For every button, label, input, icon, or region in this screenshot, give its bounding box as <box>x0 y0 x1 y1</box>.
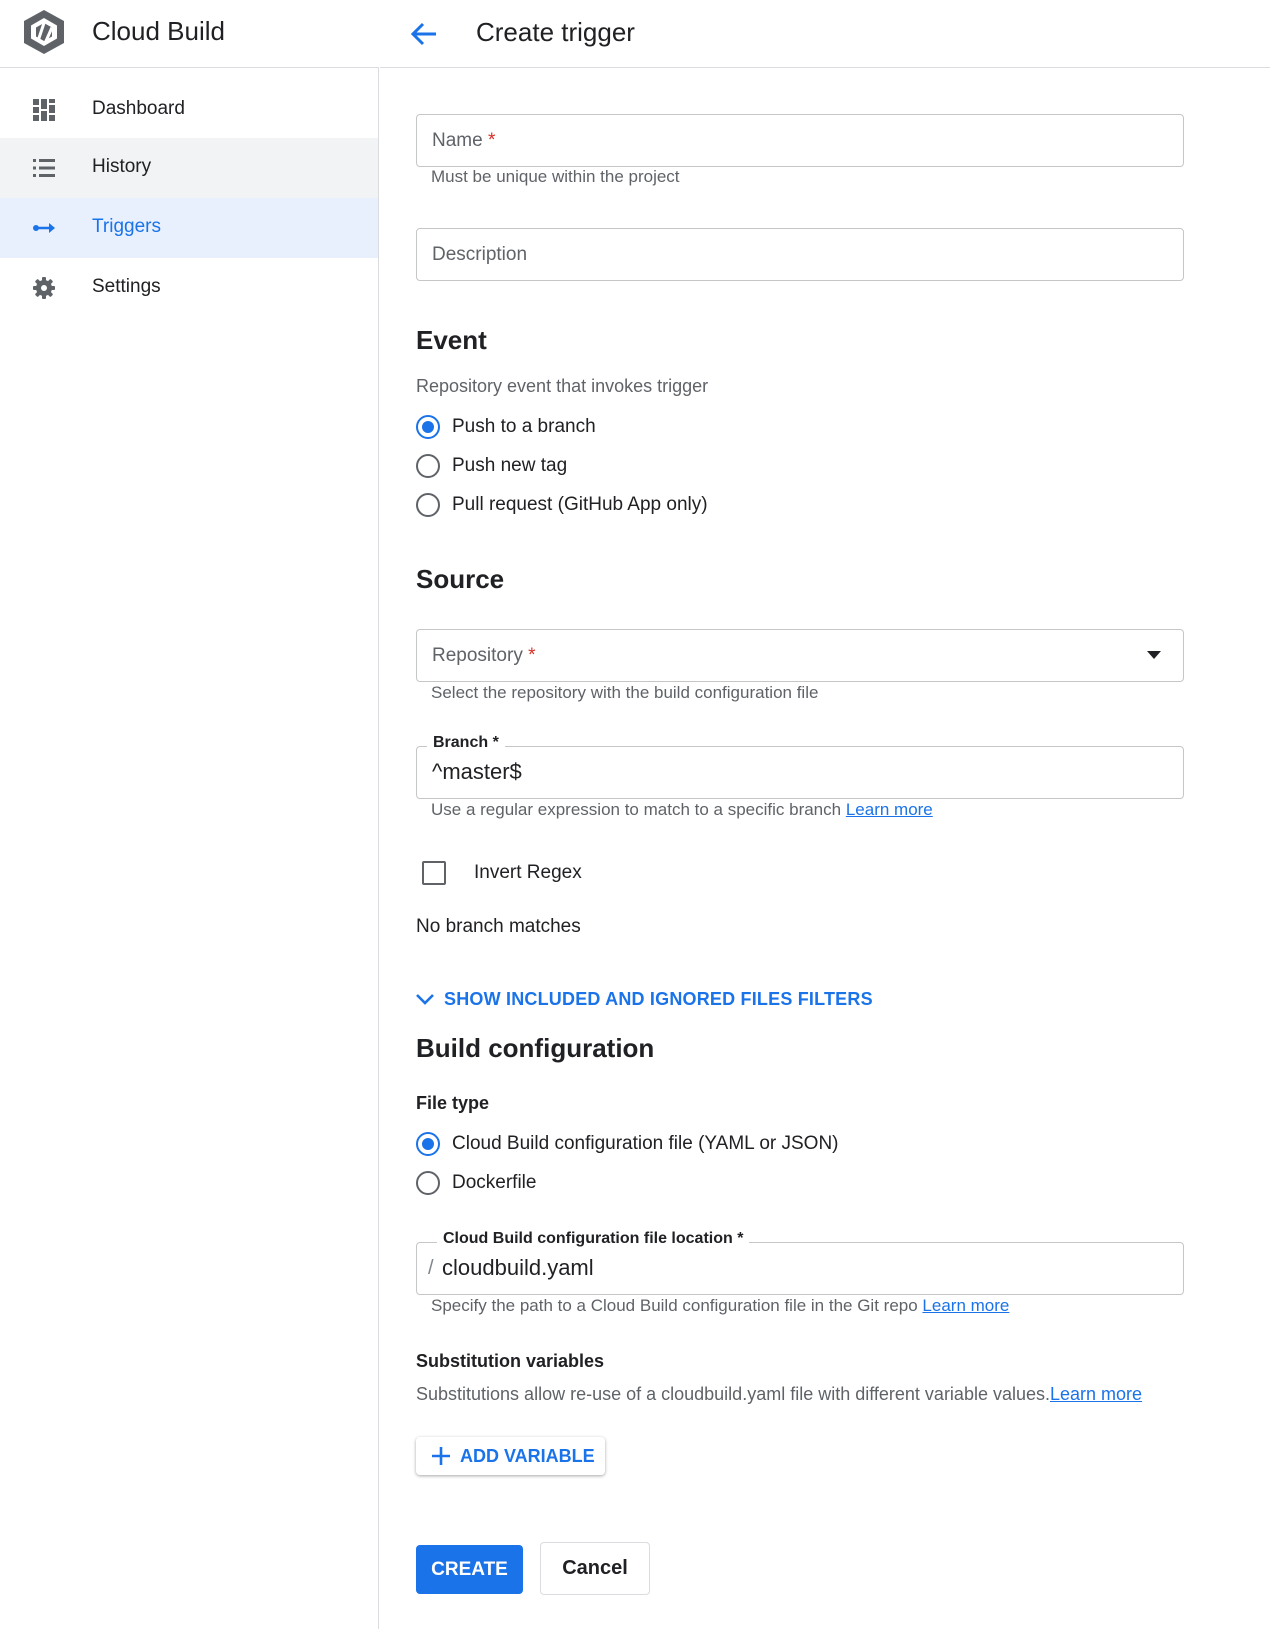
radio-button[interactable] <box>416 1171 440 1195</box>
config-location-value: cloudbuild.yaml <box>442 1255 594 1280</box>
sidebar-item-triggers[interactable]: Triggers <box>0 198 378 258</box>
branch-label: Branch * <box>427 734 505 752</box>
config-location-field[interactable]: Cloud Build configuration file location … <box>416 1230 1184 1295</box>
create-trigger-form: Name * Must be unique within the project… <box>380 68 1270 1629</box>
name-field[interactable]: Name * <box>416 114 1184 167</box>
path-prefix: / <box>428 1257 434 1279</box>
dashboard-icon <box>33 99 55 121</box>
branch-match-status: No branch matches <box>416 916 581 937</box>
build-config-heading: Build configuration <box>416 1033 655 1063</box>
branch-value: ^master$ <box>432 759 522 784</box>
add-variable-button[interactable]: ADD VARIABLE <box>416 1437 605 1475</box>
sidebar: Dashboard History Triggers Settings <box>0 68 379 1629</box>
triggers-arrow-icon <box>33 223 55 233</box>
required-mark: * <box>528 645 536 666</box>
cancel-button[interactable]: Cancel <box>540 1542 650 1595</box>
sidebar-item-label: Triggers <box>92 216 161 237</box>
repository-select[interactable]: Repository * <box>416 629 1184 682</box>
chevron-down-icon <box>416 994 434 1005</box>
event-radio-pull-request[interactable]: Pull request (GitHub App only) <box>416 491 708 519</box>
file-type-radio-cloudbuild[interactable]: Cloud Build configuration file (YAML or … <box>416 1130 839 1158</box>
sidebar-item-history[interactable]: History <box>0 138 378 198</box>
app-title: Cloud Build <box>92 16 225 46</box>
event-radio-push-branch[interactable]: Push to a branch <box>416 413 596 441</box>
radio-label: Push to a branch <box>452 416 596 437</box>
sidebar-item-settings[interactable]: Settings <box>0 258 378 318</box>
source-heading: Source <box>416 564 505 594</box>
branch-hint: Use a regular expression to match to a s… <box>431 800 933 819</box>
file-type-radio-dockerfile[interactable]: Dockerfile <box>416 1169 536 1197</box>
sidebar-item-dashboard[interactable]: Dashboard <box>0 80 378 140</box>
branch-field[interactable]: Branch * ^master$ <box>416 734 1184 799</box>
substitutions-description: Substitutions allow re-use of a cloudbui… <box>416 1384 1143 1404</box>
radio-button[interactable] <box>416 415 440 439</box>
app-header: Cloud Build <box>0 0 379 68</box>
file-type-label: File type <box>416 1093 490 1113</box>
list-icon <box>33 159 55 177</box>
name-placeholder: Name * <box>432 130 496 151</box>
name-hint: Must be unique within the project <box>431 167 680 186</box>
repository-hint: Select the repository with the build con… <box>431 683 819 702</box>
radio-label: Dockerfile <box>452 1172 537 1193</box>
create-button[interactable]: CREATE <box>416 1545 523 1594</box>
radio-button[interactable] <box>416 1132 440 1156</box>
cloud-build-hexagon-icon <box>24 10 64 54</box>
radio-label: Cloud Build configuration file (YAML or … <box>452 1133 839 1154</box>
radio-label: Push new tag <box>452 455 568 476</box>
substitutions-learn-more-link[interactable]: Learn more <box>1050 1384 1142 1404</box>
config-learn-more-link[interactable]: Learn more <box>922 1296 1009 1315</box>
description-field[interactable]: Description <box>416 228 1184 281</box>
config-location-label: Cloud Build configuration file location … <box>437 1230 750 1248</box>
sidebar-item-label: Dashboard <box>92 98 185 119</box>
page-header: Create trigger <box>380 0 1270 68</box>
radio-button[interactable] <box>416 493 440 517</box>
show-files-filters-label: SHOW INCLUDED AND IGNORED FILES FILTERS <box>444 988 873 1009</box>
event-radio-push-tag[interactable]: Push new tag <box>416 452 567 480</box>
substitutions-heading: Substitution variables <box>416 1351 605 1371</box>
radio-label: Pull request (GitHub App only) <box>452 494 708 515</box>
required-mark: * <box>487 130 496 151</box>
description-placeholder: Description <box>432 244 528 265</box>
invert-regex-label: Invert Regex <box>474 862 582 883</box>
repository-placeholder: Repository * <box>432 645 536 666</box>
branch-learn-more-link[interactable]: Learn more <box>846 800 933 819</box>
sidebar-item-label: History <box>92 156 152 177</box>
gear-icon <box>33 277 55 299</box>
add-variable-label: ADD VARIABLE <box>460 1445 595 1466</box>
config-location-hint: Specify the path to a Cloud Build config… <box>431 1296 1010 1315</box>
arrow-back-icon[interactable] <box>408 18 440 50</box>
page-title: Create trigger <box>476 17 635 47</box>
sidebar-item-label: Settings <box>92 276 161 297</box>
invert-regex-row[interactable]: Invert Regex <box>422 858 582 888</box>
event-subheading: Repository event that invokes trigger <box>416 376 709 396</box>
radio-button[interactable] <box>416 454 440 478</box>
plus-icon <box>432 1447 450 1465</box>
show-files-filters-toggle[interactable]: SHOW INCLUDED AND IGNORED FILES FILTERS <box>414 984 873 1014</box>
dropdown-arrow-icon <box>1147 651 1161 659</box>
invert-regex-checkbox[interactable] <box>422 861 446 885</box>
event-heading: Event <box>416 325 487 355</box>
